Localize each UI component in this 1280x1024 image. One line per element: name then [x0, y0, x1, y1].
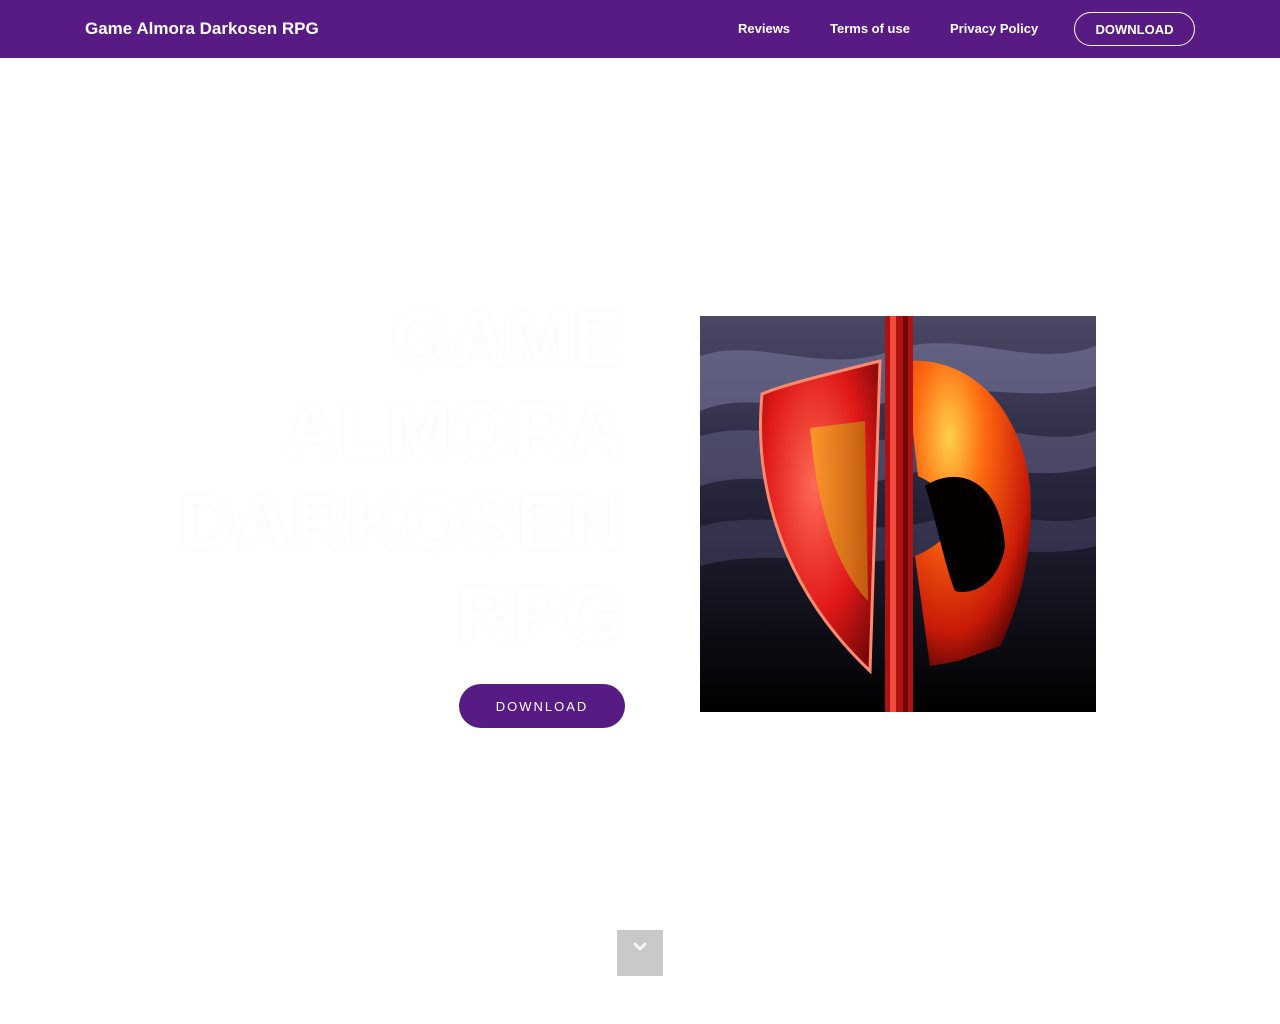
top-navbar: Game Almora Darkosen RPG Reviews Terms o…: [0, 0, 1280, 58]
hero-title: GAME ALMORA DARKOSEN RPG: [178, 294, 625, 658]
nav-link-terms-of-use[interactable]: Terms of use: [830, 21, 910, 37]
game-cover-image: [700, 316, 1096, 712]
nav-link-privacy-policy[interactable]: Privacy Policy: [950, 21, 1038, 37]
hero-download-button[interactable]: DOWNLOAD: [459, 684, 625, 728]
chevron-down-icon: [633, 942, 647, 951]
shield-helmet-game-icon: [700, 316, 1096, 712]
site-brand-link[interactable]: Game Almora Darkosen RPG: [85, 19, 319, 39]
nav-download-button[interactable]: DOWNLOAD: [1074, 12, 1195, 46]
scroll-down-button[interactable]: [617, 930, 663, 976]
nav-link-reviews[interactable]: Reviews: [738, 21, 790, 37]
